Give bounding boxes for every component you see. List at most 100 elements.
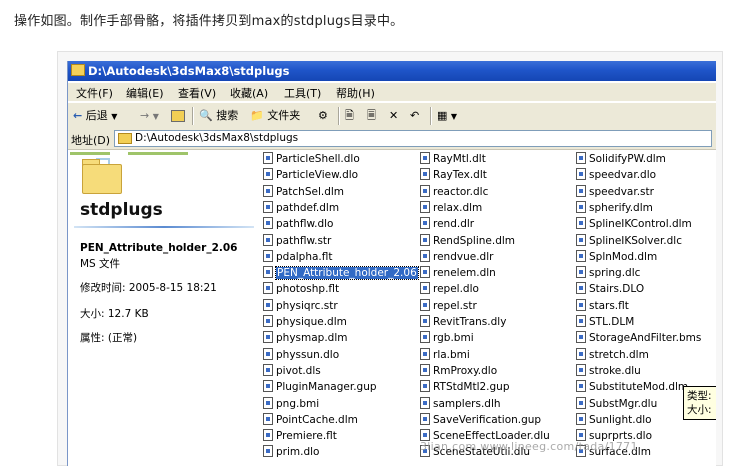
file-icon [420, 233, 430, 246]
file-item[interactable]: spring.dlc [576, 266, 640, 281]
file-icon [263, 429, 273, 442]
file-item[interactable]: RayMtl.dlt [420, 152, 486, 167]
file-item[interactable]: rendvue.dlr [420, 249, 493, 265]
file-item[interactable]: Premiere.flt [263, 429, 337, 444]
title-bar[interactable]: D:\Autodesk\3dsMax8\stdplugs [68, 61, 716, 81]
file-item[interactable]: PointCache.dlm [263, 412, 358, 428]
file-item[interactable]: speedvar.str [576, 184, 654, 200]
file-item[interactable]: stars.flt [576, 298, 629, 314]
delete-button[interactable]: ✕ [389, 107, 398, 125]
file-item[interactable]: stretch.dlm [576, 347, 649, 363]
file-item[interactable]: relax.dlm [420, 200, 482, 216]
file-item[interactable]: physsun.dlo [263, 347, 339, 363]
file-item[interactable]: RmProxy.dlo [420, 363, 497, 379]
address-input[interactable]: D:\Autodesk\3dsMax8\stdplugs [114, 130, 712, 147]
content-area: stdplugs PEN_Attribute_holder_2.06 MS 文件… [68, 150, 716, 466]
file-item[interactable]: pathflw.str [263, 233, 331, 249]
file-name: png.bmi [276, 397, 320, 410]
menu-favorites[interactable]: 收藏(A) [230, 85, 268, 101]
file-icon [263, 168, 273, 181]
toolbar-separator [338, 107, 340, 125]
views-button[interactable]: ▦ ▼ [437, 107, 457, 125]
file-item[interactable]: physique.dlm [263, 315, 347, 330]
file-item[interactable]: ParticleShell.dlo [263, 152, 360, 167]
file-item[interactable]: SaveVerification.gup [420, 412, 541, 428]
file-icon [420, 282, 430, 295]
file-icon [576, 168, 586, 181]
history-button[interactable]: ⚙ [318, 107, 328, 125]
file-name: PluginManager.gup [276, 381, 377, 394]
file-name: SplineIKSolver.dlc [589, 234, 682, 247]
menu-tools[interactable]: 工具(T) [284, 85, 321, 101]
file-name: RevitTrans.dly [433, 316, 507, 328]
file-item[interactable]: prim.dlo [263, 445, 319, 460]
move-to-button[interactable]: 🗎 [345, 107, 354, 125]
file-item[interactable]: samplers.dlh [420, 396, 501, 412]
file-item[interactable]: physiqrc.str [263, 298, 338, 314]
copy-to-button[interactable]: 🗏 [367, 107, 376, 125]
undo-button[interactable]: ↶ [410, 107, 419, 125]
up-folder-button[interactable] [171, 107, 185, 125]
file-item[interactable]: rend.dlr [420, 217, 474, 232]
file-item[interactable]: spherify.dlm [576, 200, 653, 216]
search-button[interactable]: 🔍 搜索 [199, 107, 238, 125]
file-item[interactable]: PatchSel.dlm [263, 184, 344, 200]
menu-edit[interactable]: 编辑(E) [126, 85, 164, 101]
file-item[interactable]: SplnMod.dlm [576, 249, 657, 265]
file-item[interactable]: RayTex.dlt [420, 168, 487, 183]
file-item[interactable]: rla.bmi [420, 347, 470, 363]
file-item[interactable]: StorageAndFilter.bms [576, 331, 701, 346]
folders-button[interactable]: 📁 文件夹 [250, 107, 300, 125]
file-name: ParticleShell.dlo [276, 153, 360, 165]
address-label: 地址(D) [71, 134, 111, 147]
file-item[interactable]: pdalpha.flt [263, 249, 333, 265]
file-item[interactable]: physmap.dlm [263, 331, 347, 346]
file-name: repel.dlo [433, 283, 479, 296]
file-item[interactable]: repel.str [420, 298, 477, 314]
menu-file[interactable]: 文件(F) [76, 85, 113, 101]
file-item[interactable]: pathdef.dlm [263, 200, 339, 216]
file-item[interactable]: SplineIKSolver.dlc [576, 233, 682, 249]
file-name: stretch.dlm [589, 348, 649, 361]
detail-modified: 修改时间: 2005-8-15 18:21 [80, 282, 217, 294]
file-item[interactable]: PEN_Attribute_holder_2.06 [263, 266, 419, 281]
folder-icon [118, 133, 132, 144]
file-item[interactable]: SolidifyPW.dlm [576, 152, 666, 167]
file-item[interactable]: RendSpline.dlm [420, 233, 515, 249]
delete-icon: ✕ [389, 109, 399, 122]
menu-view[interactable]: 查看(V) [178, 85, 216, 101]
file-item[interactable]: SubstituteMod.dlm [576, 380, 688, 395]
file-item[interactable]: SubstMgr.dlu [576, 396, 657, 412]
file-item[interactable]: PluginManager.gup [263, 380, 377, 395]
file-item[interactable]: photoshp.flt [263, 282, 339, 297]
file-icon [576, 331, 586, 344]
file-item[interactable]: rgb.bmi [420, 331, 474, 346]
file-item[interactable]: pivot.dls [263, 363, 321, 379]
file-item[interactable]: ParticleView.dlo [263, 168, 358, 183]
back-button[interactable]: ← 后退 ▼ [73, 107, 117, 125]
file-item[interactable]: png.bmi [263, 396, 320, 412]
file-name: RayMtl.dlt [433, 153, 486, 165]
file-item[interactable]: Sunlight.dlo [576, 412, 652, 428]
file-item[interactable]: RTStdMtl2.gup [420, 380, 510, 395]
file-icon [263, 217, 273, 230]
menu-help[interactable]: 帮助(H) [336, 85, 375, 101]
file-item[interactable]: stroke.dlu [576, 363, 641, 379]
file-item[interactable]: SplineIKControl.dlm [576, 217, 692, 232]
file-name: speedvar.str [589, 185, 654, 198]
file-name: ParticleView.dlo [276, 169, 359, 182]
file-item[interactable]: speedvar.dlo [576, 168, 656, 183]
file-item[interactable]: RevitTrans.dly [420, 315, 506, 330]
file-name: prim.dlo [276, 446, 320, 459]
file-item[interactable]: pathflw.dlo [263, 217, 333, 232]
tooltip-line: 类型: [687, 390, 712, 402]
file-name: Premiere.flt [276, 430, 337, 443]
file-item[interactable]: STL.DLM [576, 315, 634, 330]
file-item[interactable]: renelem.dln [420, 266, 496, 281]
chevron-down-icon: ▼ [450, 112, 458, 121]
file-item[interactable]: repel.dlo [420, 282, 479, 297]
file-item[interactable]: reactor.dlc [420, 184, 488, 200]
file-icon [420, 412, 430, 425]
file-item[interactable]: Stairs.DLO [576, 282, 644, 297]
forward-button[interactable]: → ▼ [140, 107, 159, 125]
